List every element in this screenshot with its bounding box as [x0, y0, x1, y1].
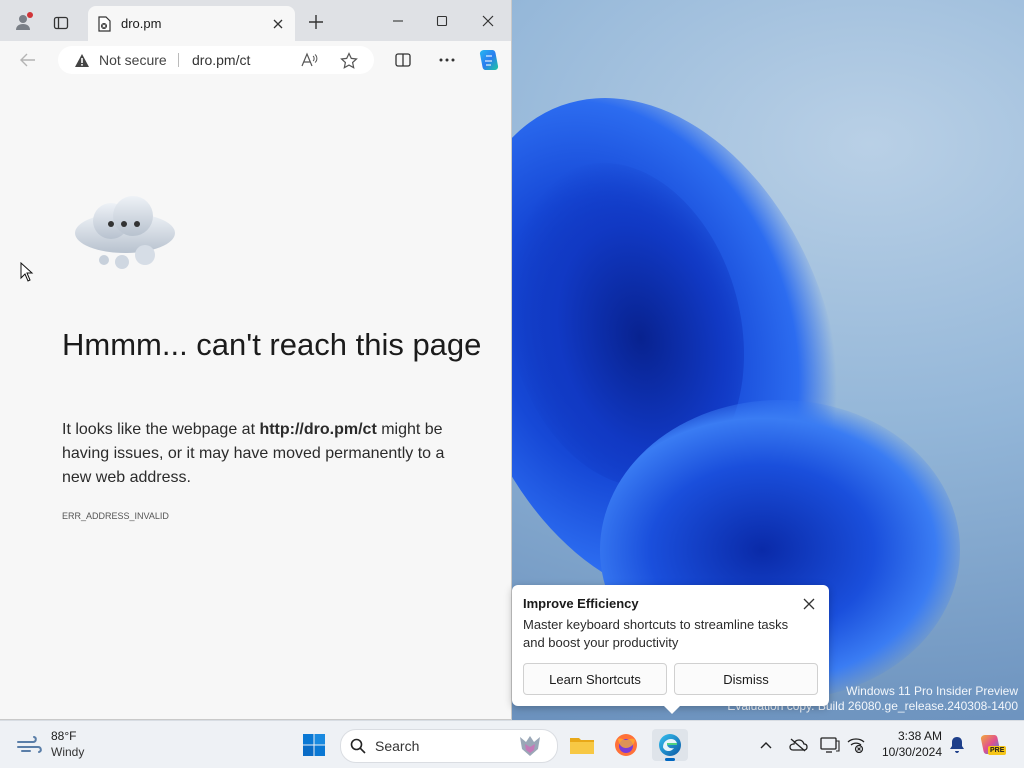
search-icon	[349, 737, 367, 755]
system-clock[interactable]: 3:38 AM 10/30/2024	[872, 728, 942, 760]
new-tab-icon[interactable]	[304, 10, 328, 34]
copilot-taskbar-icon[interactable]: PRE	[978, 733, 1007, 757]
edge-icon[interactable]	[652, 729, 688, 761]
more-icon[interactable]	[435, 49, 459, 71]
url-text[interactable]: dro.pm/ct	[192, 52, 250, 68]
network-off-icon[interactable]	[844, 733, 868, 757]
read-aloud-icon[interactable]	[299, 51, 319, 69]
toast-pointer	[664, 706, 680, 714]
window-close-icon[interactable]	[474, 8, 502, 34]
error-code: ERR_ADDRESS_INVALID	[62, 511, 169, 521]
taskbar: 88°F Windy Search 3:38 AM 10/30/2024 PRE	[0, 720, 1024, 768]
navigation-toolbar: Not secure dro.pm/ct	[0, 41, 511, 79]
search-highlight-icon	[515, 733, 545, 759]
display-icon[interactable]	[818, 733, 842, 757]
address-divider	[178, 53, 179, 67]
error-page: Hmmm... can't reach this page It looks l…	[0, 79, 511, 719]
file-explorer-icon[interactable]	[564, 729, 600, 761]
tab-dro-pm[interactable]: dro.pm	[88, 6, 295, 41]
error-description-prefix: It looks like the webpage at	[62, 421, 260, 438]
chevron-up-icon[interactable]	[754, 733, 778, 757]
copilot-icon[interactable]	[476, 47, 502, 73]
security-label[interactable]: Not secure	[99, 52, 167, 68]
clock-time: 3:38 AM	[897, 729, 942, 743]
minimize-icon[interactable]	[384, 8, 412, 34]
weather-temperature[interactable]: 88°F	[51, 729, 76, 743]
maximize-icon[interactable]	[428, 8, 456, 34]
active-app-indicator	[665, 758, 675, 761]
error-title: Hmmm... can't reach this page	[62, 327, 482, 362]
split-screen-icon[interactable]	[391, 49, 415, 71]
learn-shortcuts-button[interactable]: Learn Shortcuts	[523, 663, 667, 695]
address-bar[interactable]: Not secure dro.pm/ct	[58, 46, 374, 74]
taskbar-search-box[interactable]: Search	[340, 729, 558, 763]
workspaces-icon[interactable]	[49, 11, 73, 35]
dismiss-button[interactable]: Dismiss	[674, 663, 818, 695]
toast-title: Improve Efficiency	[523, 596, 639, 611]
weather-wind-icon[interactable]	[14, 731, 46, 759]
profile-icon[interactable]	[12, 10, 36, 34]
onedrive-offline-icon[interactable]	[786, 733, 810, 757]
error-url: http://dro.pm/ct	[259, 421, 377, 438]
clock-date: 10/30/2024	[881, 745, 942, 759]
copilot-preview-badge: PRE	[988, 746, 1007, 755]
error-description: It looks like the webpage at http://dro.…	[62, 418, 462, 490]
back-icon[interactable]	[16, 49, 40, 71]
weather-description[interactable]: Windy	[51, 745, 84, 759]
tab-bar: dro.pm	[0, 0, 511, 41]
tab-title: dro.pm	[121, 16, 162, 31]
firefox-icon[interactable]	[608, 729, 644, 761]
mouse-cursor-icon	[20, 261, 34, 287]
site-warning-icon	[95, 15, 113, 33]
start-icon[interactable]	[296, 729, 332, 761]
toast-close-icon[interactable]	[798, 593, 820, 615]
improve-efficiency-toast: Improve Efficiency Master keyboard short…	[512, 585, 829, 714]
warning-icon[interactable]	[73, 52, 91, 68]
toast-body: Master keyboard shortcuts to streamline …	[523, 617, 789, 650]
favorite-icon[interactable]	[339, 51, 359, 69]
cloud-error-icon	[73, 191, 179, 271]
tab-close-icon[interactable]	[268, 14, 288, 34]
search-placeholder: Search	[375, 738, 420, 754]
notification-bell-icon[interactable]	[945, 733, 969, 757]
edge-browser-window: dro.pm Not secure dro.pm/ct Hmmm... can'…	[0, 0, 512, 720]
